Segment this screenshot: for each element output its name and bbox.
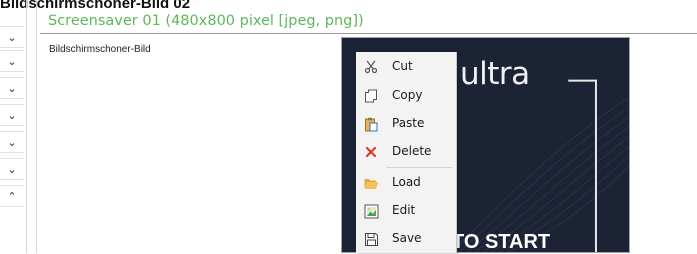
delete-icon xyxy=(363,144,379,160)
section-divider xyxy=(36,0,37,253)
folder-open-icon xyxy=(363,175,379,191)
menu-label-save: Save xyxy=(392,231,422,245)
menu-item-delete[interactable]: Delete xyxy=(356,140,456,164)
expand-button-7[interactable]: ⌃ xyxy=(0,185,24,207)
chevron-up-icon: ⌃ xyxy=(7,190,17,203)
start-text: TO START xyxy=(452,231,551,253)
menu-label-paste: Paste xyxy=(392,116,425,130)
menu-item-cut[interactable]: Cut xyxy=(356,55,456,79)
collapse-button-1[interactable]: ⌄ xyxy=(0,26,24,48)
chevron-down-icon: ⌄ xyxy=(7,31,17,44)
paste-icon xyxy=(363,116,379,132)
chevron-down-icon: ⌄ xyxy=(7,82,17,95)
section-title: Screensaver 01 (480x800 pixel [jpeg, png… xyxy=(48,13,364,29)
edit-image-icon xyxy=(363,203,379,219)
chevron-down-icon: ⌄ xyxy=(7,55,17,68)
menu-item-copy[interactable]: Copy xyxy=(356,84,456,108)
collapse-button-6[interactable]: ⌄ xyxy=(0,158,24,180)
menu-label-delete: Delete xyxy=(392,144,432,158)
brand-logo-text: ultra xyxy=(460,56,530,92)
cut-icon xyxy=(363,59,379,75)
section-rail: ⌄ ⌄ ⌄ ⌄ ⌄ ⌄ ⌃ xyxy=(0,26,24,253)
context-menu: Cut Copy Paste Delete Load Edit Save xyxy=(356,52,457,253)
chevron-down-icon: ⌄ xyxy=(7,163,17,176)
collapse-button-4[interactable]: ⌄ xyxy=(0,104,24,126)
menu-label-edit: Edit xyxy=(392,203,416,217)
section-rule xyxy=(40,33,697,34)
menu-label-load: Load xyxy=(392,175,421,189)
chevron-down-icon: ⌄ xyxy=(7,109,17,122)
collapse-button-3[interactable]: ⌄ xyxy=(0,77,24,99)
collapse-button-2[interactable]: ⌄ xyxy=(0,50,24,72)
menu-label-cut: Cut xyxy=(392,59,413,73)
menu-separator xyxy=(386,167,452,168)
page-title: Bildschirmschoner-Bild 02 xyxy=(0,0,191,12)
menu-item-load[interactable]: Load xyxy=(356,171,456,195)
collapse-button-5[interactable]: ⌄ xyxy=(0,131,24,153)
menu-item-save[interactable]: Save xyxy=(356,227,456,251)
copy-icon xyxy=(363,88,379,104)
menu-item-edit[interactable]: Edit xyxy=(356,199,456,223)
save-icon xyxy=(363,231,379,247)
chevron-down-icon: ⌄ xyxy=(7,136,17,149)
menu-item-paste[interactable]: Paste xyxy=(356,112,456,136)
menu-label-copy: Copy xyxy=(392,88,423,102)
rail-divider xyxy=(26,0,27,253)
field-label: Bildschirmschoner-Bild xyxy=(49,44,151,55)
